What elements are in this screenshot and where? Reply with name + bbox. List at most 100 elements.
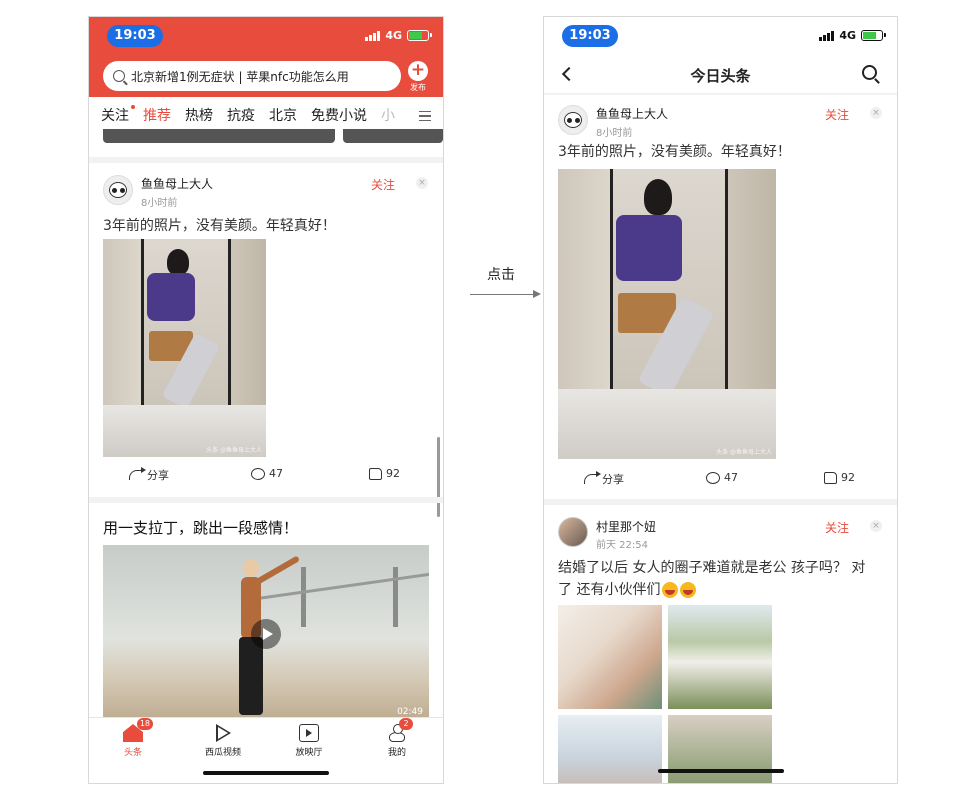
like-button[interactable]: 92: [824, 471, 855, 484]
post-time: 8小时前: [141, 198, 178, 209]
status-indicators: 4G: [819, 29, 886, 42]
bottom-nav: 18 头条 西瓜视频 放映厅 2 我的: [89, 717, 443, 783]
follow-button[interactable]: 关注: [825, 106, 849, 123]
tv-icon: [299, 724, 319, 742]
channel-menu-icon[interactable]: [419, 111, 431, 121]
post-time: 前天 22:54: [596, 540, 648, 551]
arrow-head-icon: [533, 290, 541, 298]
tab-recommend[interactable]: 推荐: [143, 105, 171, 125]
video-title[interactable]: 用一支拉丁，跳出一段感情！: [103, 517, 298, 538]
share-icon: [129, 467, 146, 480]
transition-arrow: [470, 294, 534, 295]
photo-watermark: 头条 @鱼鱼母上大人: [206, 447, 262, 454]
previous-item-thumbnails: [103, 129, 443, 145]
tab-beijing[interactable]: 北京: [269, 105, 297, 125]
tab-hot[interactable]: 热榜: [185, 105, 213, 125]
post-text-line-1: 结婚了以后 女人的圈子难道就是老公 孩子吗？ 对: [558, 560, 866, 576]
tab-follow[interactable]: 关注: [101, 105, 135, 125]
status-bar: 19:03 4G: [89, 17, 443, 55]
post-time: 8小时前: [596, 128, 633, 139]
scrollbar[interactable]: [437, 437, 440, 517]
like-button[interactable]: 92: [369, 467, 400, 480]
laughing-emoji-icon: [680, 582, 697, 598]
comment-icon: [706, 471, 720, 484]
nav-mine[interactable]: 2 我的: [367, 718, 427, 758]
home-indicator: [657, 769, 784, 773]
search-bar[interactable]: 北京新增1例无症状 | 苹果nfc功能怎么用: [103, 61, 401, 91]
divider: [89, 157, 443, 163]
share-icon: [584, 471, 601, 484]
author-name[interactable]: 鱼鱼母上大人: [596, 105, 668, 122]
search-hot-text: 北京新增1例无症状 | 苹果nfc功能怎么用: [131, 69, 349, 84]
avatar[interactable]: [558, 105, 588, 135]
home-indicator: [203, 771, 329, 775]
post-text[interactable]: 3年前的照片，没有美颜。年轻真好！: [103, 215, 336, 235]
mine-badge: 2: [399, 718, 413, 730]
status-time: 19:03: [107, 25, 163, 47]
divider: [544, 93, 897, 95]
feed-screen: 19:03 4G 北京新增1例无症状 | 苹果nfc功能怎么用 + 发布 关注 …: [88, 16, 444, 784]
page-title: 今日头条: [690, 67, 751, 85]
battery-icon: [861, 30, 886, 41]
post-actions: 分享 47 92: [89, 467, 443, 487]
home-badge: 18: [136, 718, 153, 730]
tab-novels[interactable]: 免费小说: [311, 105, 367, 125]
close-icon[interactable]: ×: [870, 107, 882, 119]
comment-button[interactable]: 47: [251, 467, 283, 480]
publish-label: 发布: [410, 83, 426, 92]
play-icon[interactable]: [251, 619, 281, 649]
divider: [89, 497, 443, 503]
post-photo[interactable]: 头条 @鱼鱼母上大人: [103, 239, 266, 457]
close-icon[interactable]: ×: [870, 520, 882, 532]
divider: [544, 499, 897, 505]
transition-label: 点击: [487, 267, 515, 283]
unread-dot: [131, 105, 135, 109]
network-type: 4G: [839, 29, 856, 42]
status-bar: 19:03 4G: [544, 17, 897, 55]
channel-tabs: 关注 推荐 热榜 抗疫 北京 免费小说 小: [89, 101, 443, 129]
nav-home[interactable]: 18 头条: [103, 718, 163, 758]
detail-screen: 19:03 4G 今日头条 鱼鱼母上大人 8小时前 关注 × 3年前的照片，没有…: [543, 16, 898, 784]
status-time: 19:03: [562, 25, 618, 47]
video-duration: 02:49: [397, 707, 423, 717]
search-icon[interactable]: [862, 65, 877, 80]
comment-icon: [251, 467, 265, 480]
comparison-stage: 19:03 4G 北京新增1例无症状 | 苹果nfc功能怎么用 + 发布 关注 …: [0, 0, 959, 800]
grid-photo[interactable]: [558, 715, 662, 783]
close-icon[interactable]: ×: [416, 177, 428, 189]
feed-header: 19:03 4G 北京新增1例无症状 | 苹果nfc功能怎么用 + 发布: [89, 17, 443, 97]
post-text: 3年前的照片，没有美颜。年轻真好！: [558, 144, 791, 160]
nav-theater[interactable]: 放映厅: [279, 724, 339, 758]
post-photo[interactable]: 头条 @鱼鱼母上大人: [558, 169, 776, 459]
avatar[interactable]: [558, 517, 588, 547]
video-thumbnail[interactable]: 02:49: [103, 545, 429, 717]
title-bar: 今日头条: [544, 57, 897, 93]
tab-epidemic[interactable]: 抗疫: [227, 105, 255, 125]
battery-icon: [407, 30, 432, 41]
thumbs-up-icon: [369, 467, 382, 480]
grid-photo[interactable]: [668, 715, 772, 783]
tab-more-partial[interactable]: 小: [381, 105, 395, 125]
comment-button[interactable]: 47: [706, 471, 738, 484]
share-button[interactable]: 分享: [584, 471, 624, 487]
search-icon: [113, 70, 125, 82]
share-button[interactable]: 分享: [129, 467, 169, 483]
signal-icon: [365, 30, 381, 41]
photo-watermark: 头条 @鱼鱼母上大人: [716, 449, 772, 456]
follow-button[interactable]: 关注: [371, 176, 395, 193]
author-name[interactable]: 村里那个妞: [596, 518, 656, 535]
grid-photo[interactable]: [668, 605, 772, 709]
grid-photo[interactable]: [558, 605, 662, 709]
follow-button[interactable]: 关注: [825, 519, 849, 536]
thumbs-up-icon: [824, 471, 837, 484]
plus-icon: +: [408, 61, 428, 81]
network-type: 4G: [385, 29, 402, 42]
signal-icon: [819, 30, 835, 41]
author-name[interactable]: 鱼鱼母上大人: [141, 175, 213, 192]
nav-xigua-video[interactable]: 西瓜视频: [193, 724, 253, 758]
laughing-emoji-icon: [662, 582, 679, 598]
status-indicators: 4G: [365, 29, 432, 42]
post-actions: 分享 47 92: [544, 471, 897, 491]
publish-button[interactable]: + 发布: [405, 61, 431, 93]
avatar[interactable]: [103, 175, 133, 205]
